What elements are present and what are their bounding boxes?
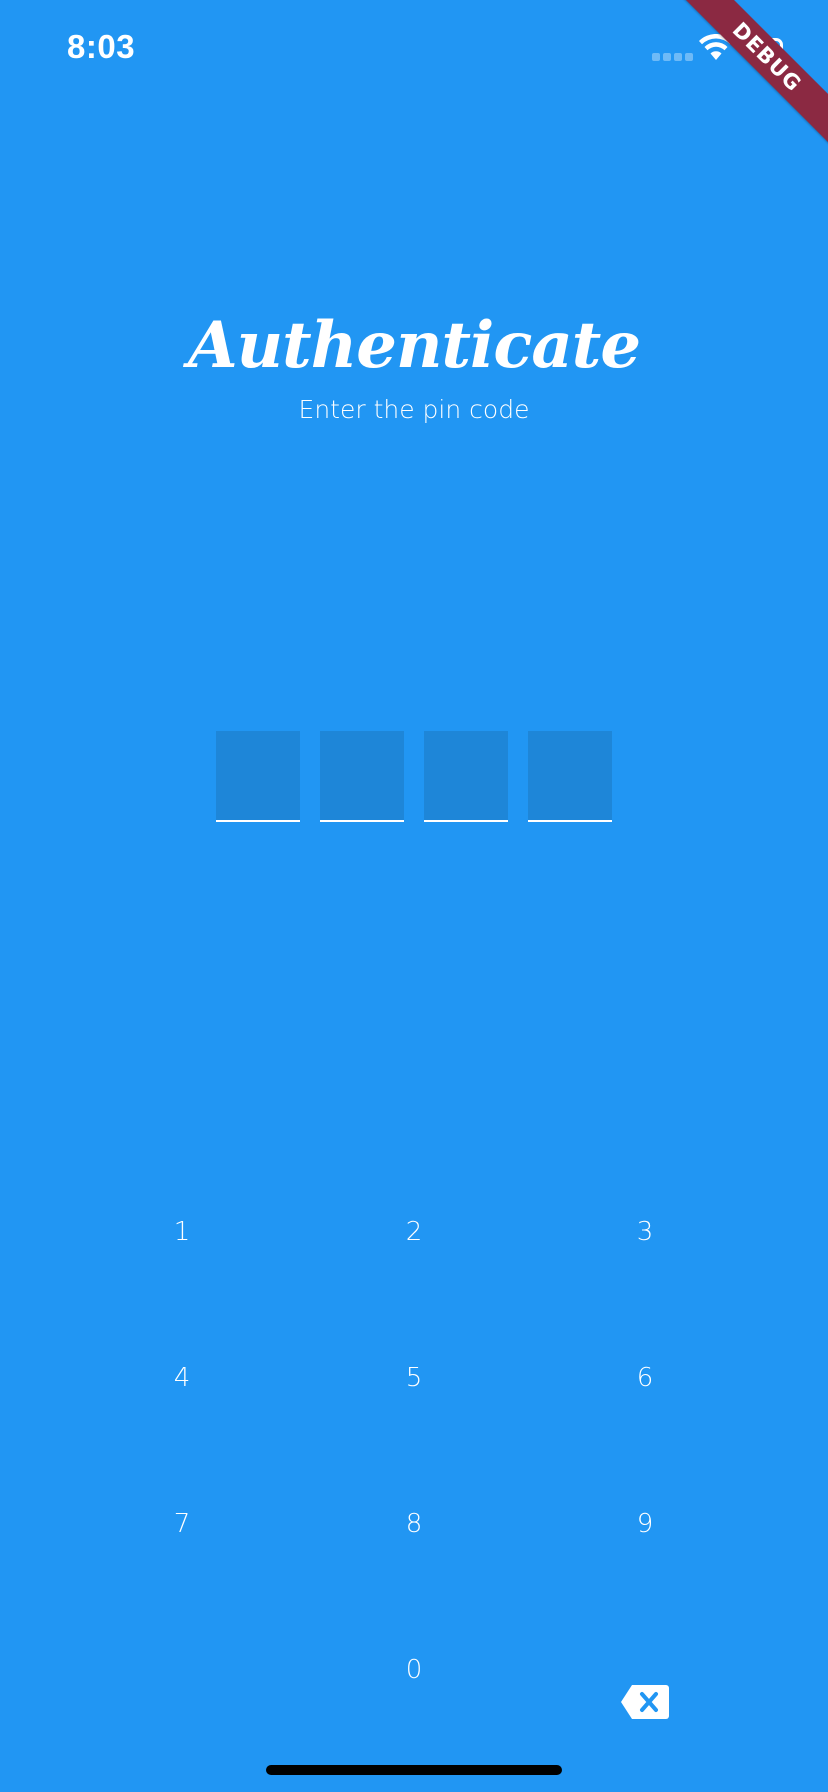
keypad-key-5[interactable]: 5 (354, 1338, 474, 1418)
keypad-key-0[interactable]: 0 (354, 1630, 474, 1710)
pin-digit-box-4[interactable] (528, 731, 612, 822)
keypad-key-3[interactable]: 3 (585, 1192, 705, 1272)
keypad-key-2[interactable]: 2 (354, 1192, 474, 1272)
keypad-key-6[interactable]: 6 (585, 1338, 705, 1418)
page-title: Authenticate (187, 308, 641, 383)
keypad-key-1[interactable]: 1 (122, 1192, 242, 1272)
cellular-signal-icon (652, 53, 693, 61)
keypad-key-9[interactable]: 9 (585, 1484, 705, 1564)
page-subtitle: Enter the pin code (298, 395, 530, 424)
pin-digit-box-2[interactable] (320, 731, 404, 822)
pin-digit-box-3[interactable] (424, 731, 508, 822)
keypad-key-7[interactable]: 7 (122, 1484, 242, 1564)
status-time: 8:03 (67, 28, 136, 65)
keypad-key-4[interactable]: 4 (122, 1338, 242, 1418)
pin-input-row[interactable] (216, 731, 612, 822)
keypad-key-8[interactable]: 8 (354, 1484, 474, 1564)
pin-digit-box-1[interactable] (216, 731, 300, 822)
backspace-icon[interactable] (620, 1684, 670, 1720)
home-indicator[interactable] (266, 1765, 562, 1775)
